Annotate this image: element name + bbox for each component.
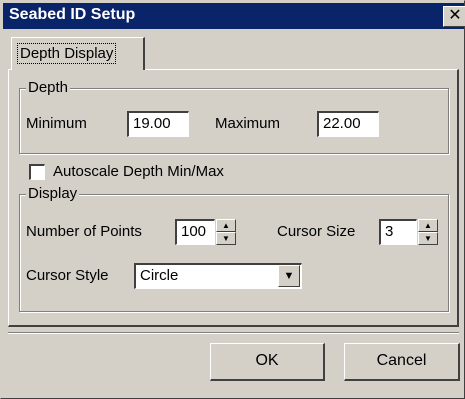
cursor-size-spinner[interactable]: ▲ ▼ — [418, 219, 438, 245]
spin-down-icon[interactable]: ▼ — [216, 232, 236, 245]
display-group-legend: Display — [26, 185, 80, 202]
cursor-size-input[interactable]: 3 — [379, 219, 417, 245]
cursor-style-value: Circle — [140, 267, 179, 284]
separator-highlight — [8, 333, 459, 334]
close-button[interactable]: ✕ — [443, 6, 465, 27]
depth-display-panel: Depth Minimum 19.00 Maximum 22.00 Autosc… — [8, 69, 459, 327]
window-title: Seabed ID Setup — [9, 6, 136, 23]
autoscale-label[interactable]: Autoscale Depth Min/Max — [53, 163, 224, 180]
maximum-depth-input[interactable]: 22.00 — [317, 111, 379, 137]
display-group: Display Number of Points 100 ▲ ▼ Cursor … — [19, 185, 449, 312]
minimum-depth-input[interactable]: 19.00 — [127, 111, 189, 137]
spin-down-icon[interactable]: ▼ — [418, 232, 438, 245]
number-of-points-input[interactable]: 100 — [175, 219, 215, 245]
number-of-points-label: Number of Points — [26, 223, 142, 240]
ok-button[interactable]: OK — [210, 343, 325, 381]
autoscale-checkbox[interactable] — [29, 164, 45, 180]
depth-group-legend: Depth — [26, 79, 71, 96]
depth-group: Depth Minimum 19.00 Maximum 22.00 — [19, 79, 449, 154]
cursor-style-select[interactable]: Circle — [134, 263, 302, 289]
number-of-points-spinner[interactable]: ▲ ▼ — [216, 219, 236, 245]
maximum-label: Maximum — [215, 115, 281, 132]
cursor-size-label: Cursor Size — [277, 223, 356, 240]
seabed-id-setup-dialog: Seabed ID Setup ✕ Depth Display Depth Mi… — [0, 0, 465, 399]
title-bar[interactable]: Seabed ID Setup ✕ — [3, 3, 465, 29]
tab-depth-display-label: Depth Display — [17, 43, 117, 64]
spin-up-icon[interactable]: ▲ — [216, 219, 236, 232]
cancel-button[interactable]: Cancel — [344, 343, 460, 381]
chevron-down-icon[interactable]: ▼ — [278, 265, 300, 287]
spin-up-icon[interactable]: ▲ — [418, 219, 438, 232]
tab-depth-display[interactable]: Depth Display — [11, 37, 145, 70]
minimum-label: Minimum — [26, 115, 87, 132]
close-icon: ✕ — [448, 7, 462, 24]
cursor-style-label: Cursor Style — [26, 267, 109, 284]
